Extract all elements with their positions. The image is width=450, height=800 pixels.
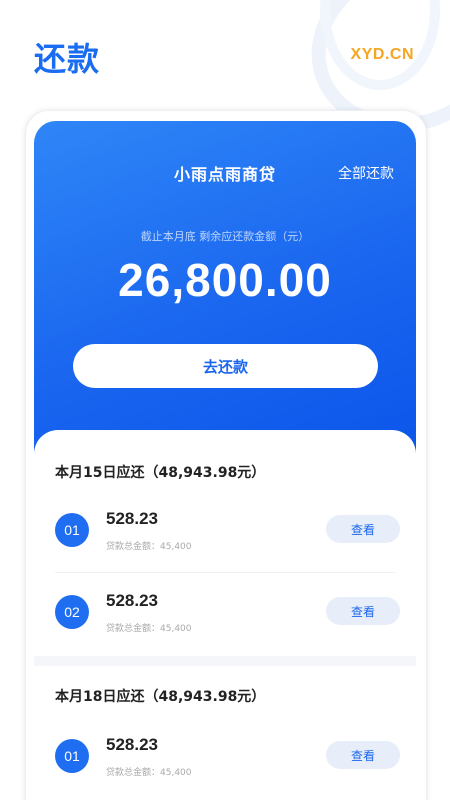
- item-total-loan: 贷款总金额：45,400: [106, 542, 192, 552]
- item-amount: 528.23: [106, 735, 158, 754]
- page-title: 还款: [34, 40, 101, 78]
- section-separator: [34, 656, 416, 666]
- item-index-badge: 01: [55, 739, 89, 773]
- repayment-list: 本月15日应还（48,943.98元） 01 528.23 贷款总金额：45,4…: [34, 430, 416, 800]
- repay-button[interactable]: 去还款: [73, 344, 378, 388]
- list-item[interactable]: 01 528.23 贷款总金额：45,400 查看: [34, 717, 416, 799]
- item-total-loan: 贷款总金额：45,400: [106, 624, 192, 634]
- list-item[interactable]: 01 528.23 贷款总金额：45,400 查看: [34, 491, 416, 573]
- remaining-amount-label: 截止本月底 剩余应还款金额（元）: [140, 230, 310, 243]
- view-button[interactable]: 查看: [326, 741, 400, 769]
- item-amount: 528.23: [106, 591, 158, 610]
- brand-logo: XYD.CN: [350, 46, 414, 63]
- repayment-summary: 小雨点雨商贷 全部还款 截止本月底 剩余应还款金额（元） 26,800.00 去…: [34, 121, 416, 461]
- view-button[interactable]: 查看: [326, 515, 400, 543]
- page-header: 还款 XYD.CN: [0, 0, 450, 160]
- list-item[interactable]: 02 528.23 贷款总金额：45,400 查看: [34, 573, 416, 655]
- repay-all-link[interactable]: 全部还款: [338, 163, 394, 183]
- remaining-amount: 26,800.00: [118, 254, 332, 306]
- item-amount: 528.23: [106, 509, 158, 528]
- item-total-loan: 贷款总金额：45,400: [106, 768, 192, 778]
- view-button[interactable]: 查看: [326, 597, 400, 625]
- section-title: 本月18日应还（48,943.98元）: [55, 689, 266, 705]
- item-index-badge: 02: [55, 595, 89, 629]
- item-index-badge: 01: [55, 513, 89, 547]
- section-title: 本月15日应还（48,943.98元）: [55, 465, 266, 481]
